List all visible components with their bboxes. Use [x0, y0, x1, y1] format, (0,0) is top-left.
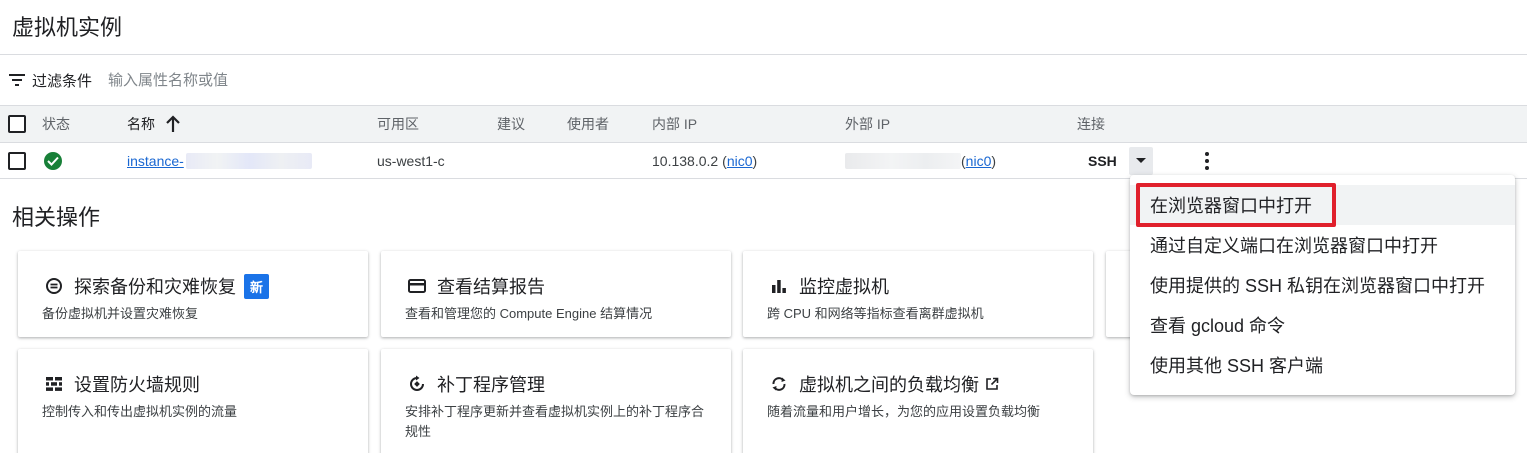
card-description: 备份虚拟机并设置灾难恢复: [42, 306, 199, 321]
external-nic-close-paren: ): [991, 152, 997, 169]
menu-item-open-with-private-key[interactable]: 使用提供的 SSH 私钥在浏览器窗口中打开: [1130, 265, 1515, 305]
header-in-use-by[interactable]: 使用者: [567, 106, 609, 142]
backup-icon: [44, 276, 64, 296]
load-balance-icon: [769, 374, 789, 394]
select-all-cell: [8, 106, 26, 142]
header-zone[interactable]: 可用区: [377, 106, 419, 142]
card-description: 查看和管理您的 Compute Engine 结算情况: [405, 306, 653, 321]
card-backup-dr[interactable]: 探索备份和灾难恢复 新 备份虚拟机并设置灾难恢复: [18, 251, 368, 337]
bar-chart-icon: [769, 276, 789, 296]
header-connect[interactable]: 连接: [1077, 106, 1105, 142]
menu-item-view-gcloud-command[interactable]: 查看 gcloud 命令: [1130, 305, 1515, 345]
related-actions-title: 相关操作: [12, 205, 101, 230]
internal-ip-cell: 10.138.0.2 (nic0): [652, 143, 757, 178]
external-ip-cell: (nic0): [845, 143, 996, 178]
header-external-ip[interactable]: 外部 IP: [845, 106, 890, 142]
ssh-dropdown-menu: 在浏览器窗口中打开 通过自定义端口在浏览器窗口中打开 使用提供的 SSH 私钥在…: [1130, 175, 1515, 395]
card-description: 跨 CPU 和网络等指标查看离群虚拟机: [767, 306, 984, 321]
card-billing-report[interactable]: 查看结算报告 查看和管理您的 Compute Engine 结算情况: [381, 251, 731, 337]
card-title: 监控虚拟机: [799, 277, 889, 297]
table-row: instance- us-west1-c 10.138.0.2 (nic0) (…: [0, 143, 1527, 179]
row-actions-cell: [1197, 143, 1217, 178]
header-recommendation[interactable]: 建议: [497, 106, 525, 142]
card-description: 控制传入和传出虚拟机实例的流量: [42, 404, 238, 419]
card-title: 补丁程序管理: [437, 375, 545, 395]
patch-icon: [407, 374, 427, 394]
credit-card-icon: [407, 276, 427, 296]
page-title: 虚拟机实例: [12, 15, 123, 40]
external-link-icon: [986, 377, 999, 390]
row-select-cell: [8, 143, 26, 178]
new-badge: 新: [244, 273, 270, 299]
internal-nic-link[interactable]: nic0: [727, 153, 753, 169]
header-status[interactable]: 状态: [42, 106, 70, 142]
instance-name-cell: instance-: [127, 143, 312, 178]
header-internal-ip[interactable]: 内部 IP: [652, 106, 697, 142]
status-cell: [44, 143, 62, 178]
card-firewall-rules[interactable]: 设置防火墙规则 控制传入和传出虚拟机实例的流量: [18, 349, 368, 453]
redacted-external-ip: [845, 152, 961, 169]
title-divider: [0, 54, 1527, 55]
header-name[interactable]: 名称: [127, 106, 181, 142]
sort-ascending-icon[interactable]: [165, 115, 181, 133]
redacted-name: [185, 152, 312, 169]
external-nic-link[interactable]: nic0: [966, 153, 992, 169]
filter-input[interactable]: [108, 71, 349, 89]
card-title: 设置防火墙规则: [74, 375, 200, 395]
card-description: 安排补丁程序更新并查看虚拟机实例上的补丁程序合规性: [405, 404, 705, 439]
internal-nic-close-paren: ): [752, 152, 758, 169]
card-title: 探索备份和灾难恢复: [74, 277, 236, 297]
firewall-icon: [44, 374, 64, 394]
filter-icon[interactable]: [8, 73, 26, 87]
instance-name-link[interactable]: instance-: [127, 153, 184, 169]
card-load-balancing[interactable]: 虚拟机之间的负载均衡 随着流量和用户增长，为您的应用设置负载均衡: [743, 349, 1093, 453]
ssh-button-label: SSH: [1088, 152, 1117, 169]
card-monitor-vm[interactable]: 监控虚拟机 跨 CPU 和网络等指标查看离群虚拟机: [743, 251, 1093, 337]
more-vert-icon[interactable]: [1197, 147, 1217, 175]
menu-item-other-ssh-client[interactable]: 使用其他 SSH 客户端: [1130, 345, 1515, 385]
menu-item-open-custom-port[interactable]: 通过自定义端口在浏览器窗口中打开: [1130, 225, 1515, 265]
ssh-dropdown-cell: [1129, 143, 1153, 178]
select-all-checkbox[interactable]: [8, 115, 26, 133]
filter-label[interactable]: 过滤条件: [32, 70, 92, 91]
zone-cell: us-west1-c: [377, 152, 445, 169]
header-name-label: 名称: [127, 116, 155, 132]
internal-ip-value: 10.138.0.2: [652, 152, 719, 169]
card-title: 虚拟机之间的负载均衡: [799, 375, 979, 395]
ssh-button[interactable]: SSH: [1088, 143, 1117, 178]
row-checkbox[interactable]: [8, 151, 26, 170]
filter-bar: 过滤条件: [8, 68, 349, 92]
menu-item-open-in-browser[interactable]: 在浏览器窗口中打开: [1130, 185, 1515, 225]
table-header: 状态 名称 可用区 建议 使用者 内部 IP 外部 IP 连接: [0, 105, 1527, 143]
card-title: 查看结算报告: [437, 277, 545, 297]
card-description: 随着流量和用户增长，为您的应用设置负载均衡: [767, 404, 1041, 419]
card-patch-management[interactable]: 补丁程序管理 安排补丁程序更新并查看虚拟机实例上的补丁程序合规性: [381, 349, 731, 453]
ssh-dropdown-button[interactable]: [1129, 146, 1153, 175]
caret-down-icon: [1136, 158, 1146, 163]
running-status-icon: [44, 151, 62, 170]
